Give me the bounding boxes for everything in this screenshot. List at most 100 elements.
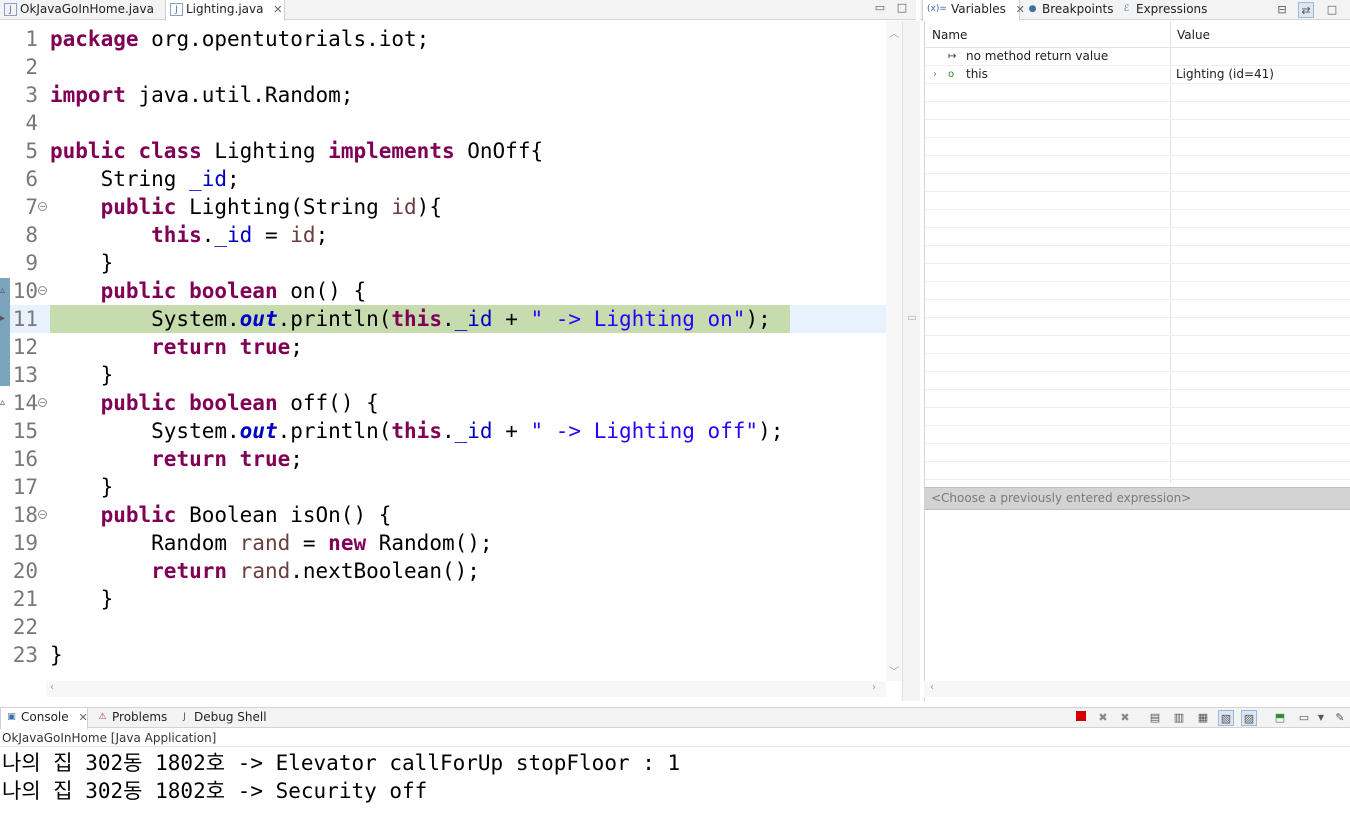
empty-row (925, 372, 1350, 390)
code-line[interactable]: 3 import java.util.Random; (0, 81, 886, 109)
tab-breakpoints[interactable]: ● Breakpoints (1022, 0, 1114, 20)
empty-row (925, 390, 1350, 408)
show-on-stderr-icon[interactable]: ▨ (1241, 710, 1257, 726)
tab-lighting[interactable]: J Lighting.java ✕ (165, 0, 285, 21)
collapse-all-icon[interactable]: ⊟ (1274, 2, 1290, 18)
editor-horizontal-scrollbar[interactable]: ‹ › (46, 681, 886, 697)
clear-console-icon[interactable]: ▤ (1147, 710, 1163, 726)
variables-icon: (x)= (927, 4, 947, 14)
tab-variables[interactable]: (x)= Variables ✕ (922, 0, 1025, 21)
pin-console-icon[interactable]: ⬒ (1272, 710, 1288, 726)
empty-row (925, 84, 1350, 102)
scroll-up-icon[interactable]: ︿ (889, 25, 899, 40)
empty-row (925, 120, 1350, 138)
code-text: } (50, 363, 114, 387)
code-line[interactable]: 8 this._id = id; (0, 221, 886, 249)
code-text: public Lighting(String id){ (100, 195, 442, 219)
maximize-icon[interactable]: □ (1324, 2, 1340, 18)
code-line[interactable]: 2 (0, 53, 886, 81)
code-line[interactable]: 10− public boolean on() { (0, 277, 886, 305)
tab-expressions[interactable]: ℰ Expressions (1116, 0, 1208, 20)
close-icon[interactable]: ✕ (78, 708, 87, 727)
fold-toggle-icon[interactable]: − (38, 510, 47, 519)
empty-row (925, 228, 1350, 246)
code-line[interactable]: 4 (0, 109, 886, 137)
code-text: public class Lighting implements OnOff{ (50, 139, 544, 163)
code-line[interactable]: 7− public Lighting(String id){ (0, 193, 886, 221)
code-line[interactable]: 18− public Boolean isOn() { (0, 501, 886, 529)
expression-input[interactable]: <Choose a previously entered expression> (925, 487, 1350, 510)
line-number: 3 (25, 83, 38, 107)
tab-okjavagoinhome[interactable]: J OkJavaGoInHome.java (0, 0, 162, 20)
code-line[interactable]: 13 } (0, 361, 886, 389)
empty-row (925, 300, 1350, 318)
scroll-left-icon[interactable]: ‹ (930, 682, 934, 693)
code-text: package org.opentutorials.iot; (50, 27, 430, 51)
scroll-left-icon[interactable]: ‹ (50, 682, 54, 693)
code-line[interactable]: 17 } (0, 473, 886, 501)
code-line[interactable]: 22 (0, 613, 886, 641)
column-name[interactable]: Name (932, 28, 967, 42)
code-line[interactable]: 20 return rand.nextBoolean(); (0, 557, 886, 585)
tab-debug-shell[interactable]: J Debug Shell (174, 708, 270, 728)
scroll-down-icon[interactable]: ﹀ (889, 663, 899, 678)
code-text: System.out.println(this._id + " -> Light… (50, 419, 784, 443)
show-type-names-icon[interactable]: ⇄ (1298, 2, 1314, 18)
word-wrap-icon[interactable]: ▦ (1195, 710, 1211, 726)
code-line[interactable]: 19 Random rand = new Random(); (0, 529, 886, 557)
code-line[interactable]: 21 } (0, 585, 886, 613)
variable-row[interactable]: ↦ no method return value (925, 48, 1350, 66)
close-icon[interactable]: ✕ (273, 0, 282, 19)
scroll-right-icon[interactable]: › (872, 682, 876, 693)
fold-toggle-icon[interactable]: − (38, 398, 47, 407)
view-sash[interactable] (902, 21, 920, 701)
debug-shell-icon: J (183, 712, 186, 722)
code-line[interactable]: 1 package org.opentutorials.iot; (0, 25, 886, 53)
code-text: Random rand = new Random(); (50, 531, 493, 555)
empty-row (925, 192, 1350, 210)
line-number: 7 (25, 195, 38, 219)
fold-toggle-icon[interactable]: − (38, 202, 47, 211)
problems-icon: ⚠ (98, 712, 107, 722)
code-text: return true; (151, 447, 303, 471)
code-line[interactable]: 16 return true; (0, 445, 886, 473)
maximize-icon[interactable]: □ (894, 0, 910, 16)
variable-row[interactable]: › o this Lighting (id=41) (925, 66, 1350, 84)
line-number: 14 (12, 391, 38, 415)
remove-all-launches-icon[interactable]: ✖ (1117, 710, 1133, 726)
empty-row (925, 174, 1350, 192)
override-marker-icon: ▵ (0, 285, 6, 296)
code-text: } (50, 475, 114, 499)
line-number: 21 (12, 587, 38, 611)
tab-console[interactable]: ▣ Console ✕ (0, 708, 88, 729)
display-console-icon[interactable]: ▭ (1296, 710, 1312, 726)
column-value[interactable]: Value (1177, 28, 1210, 42)
chevron-down-icon[interactable]: ▼ (1313, 710, 1329, 726)
show-on-stdout-icon[interactable]: ▧ (1218, 710, 1234, 726)
new-console-icon[interactable]: ✎ (1332, 710, 1348, 726)
code-text: } (50, 251, 114, 275)
remove-launch-icon[interactable]: ✖ (1095, 710, 1111, 726)
code-text: public Boolean isOn() { (100, 503, 392, 527)
code-line-current[interactable]: 11 System.out.println(this._id + " -> Li… (0, 305, 886, 333)
line-number: 9 (25, 251, 38, 275)
tab-problems[interactable]: ⚠ Problems (92, 708, 170, 728)
line-number: 22 (12, 615, 38, 639)
fold-toggle-icon[interactable]: − (38, 286, 47, 295)
minimize-icon[interactable]: ▭ (872, 0, 888, 16)
code-line[interactable]: 6 String _id; (0, 165, 886, 193)
code-line[interactable]: 23} (0, 641, 886, 669)
variables-horizontal-scrollbar[interactable]: ‹ (924, 681, 1350, 697)
code-line[interactable]: 15 System.out.println(this._id + " -> Li… (0, 417, 886, 445)
code-line[interactable]: 14− public boolean off() { (0, 389, 886, 417)
scroll-lock-icon[interactable]: ▥ (1171, 710, 1187, 726)
override-marker-icon: ▵ (0, 397, 6, 408)
code-editor[interactable]: 1 package org.opentutorials.iot; 2 3 import … (0, 21, 902, 681)
terminate-icon[interactable] (1073, 710, 1089, 726)
code-line[interactable]: 5 public class Lighting implements OnOff{ (0, 137, 886, 165)
expand-icon[interactable]: › (933, 66, 937, 83)
code-line[interactable]: 12 return true; (0, 333, 886, 361)
editor-vertical-scrollbar[interactable]: ︿ ﹀ (886, 21, 902, 681)
tab-label: Problems (112, 710, 168, 724)
code-line[interactable]: 9 } (0, 249, 886, 277)
